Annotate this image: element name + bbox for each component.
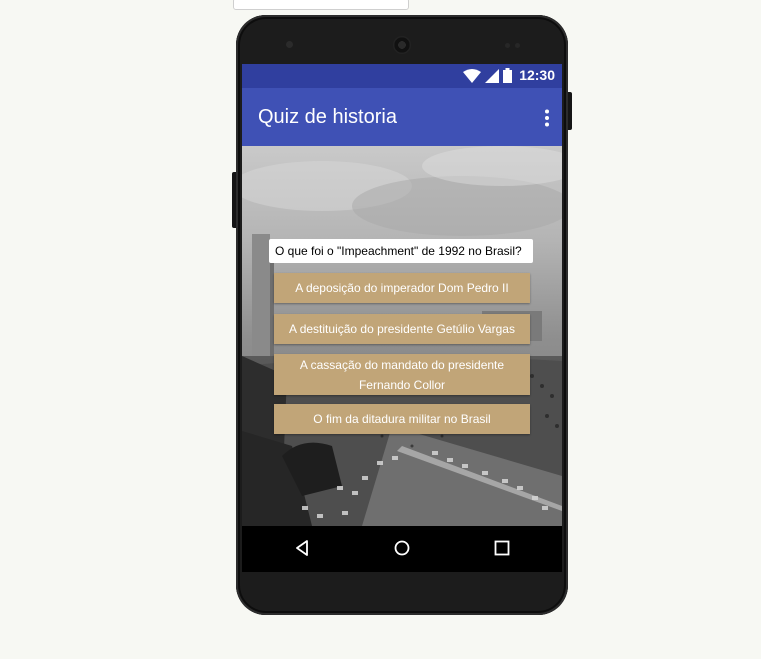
- navigation-bar: [242, 526, 562, 572]
- answer-button-4[interactable]: O fim da ditadura militar no Brasil: [274, 404, 530, 434]
- sensor-icon: [515, 43, 520, 48]
- battery-icon: [503, 68, 512, 83]
- cell-signal-icon: [485, 69, 499, 83]
- sensor-icon: [505, 43, 510, 48]
- status-icons: [463, 68, 512, 83]
- top-frame-box: [233, 0, 409, 10]
- answer-button-1[interactable]: A deposição do imperador Dom Pedro II: [274, 273, 530, 303]
- wifi-icon: [463, 69, 481, 83]
- app-bar: Quiz de historia: [242, 88, 562, 146]
- camera-icon: [286, 41, 293, 48]
- volume-button: [232, 172, 236, 228]
- more-vert-icon[interactable]: [544, 109, 550, 127]
- answer-button-2[interactable]: A destituição do presidente Getúlio Varg…: [274, 314, 530, 344]
- phone-screen: 12:30 Quiz de historia O que foi o "Impe…: [242, 64, 562, 572]
- back-icon[interactable]: [295, 540, 309, 556]
- home-icon[interactable]: [394, 540, 410, 556]
- speaker-icon: [393, 36, 411, 54]
- answer-button-3[interactable]: A cassação do mandato do presidente Fern…: [274, 354, 530, 395]
- app-title: Quiz de historia: [258, 106, 397, 128]
- power-button: [568, 92, 572, 130]
- question-text: O que foi o "Impeachment" de 1992 no Bra…: [269, 239, 533, 263]
- quiz-content: O que foi o "Impeachment" de 1992 no Bra…: [242, 146, 562, 526]
- status-time: 12:30: [519, 67, 555, 83]
- status-bar: 12:30: [242, 64, 562, 88]
- recents-icon[interactable]: [494, 540, 510, 556]
